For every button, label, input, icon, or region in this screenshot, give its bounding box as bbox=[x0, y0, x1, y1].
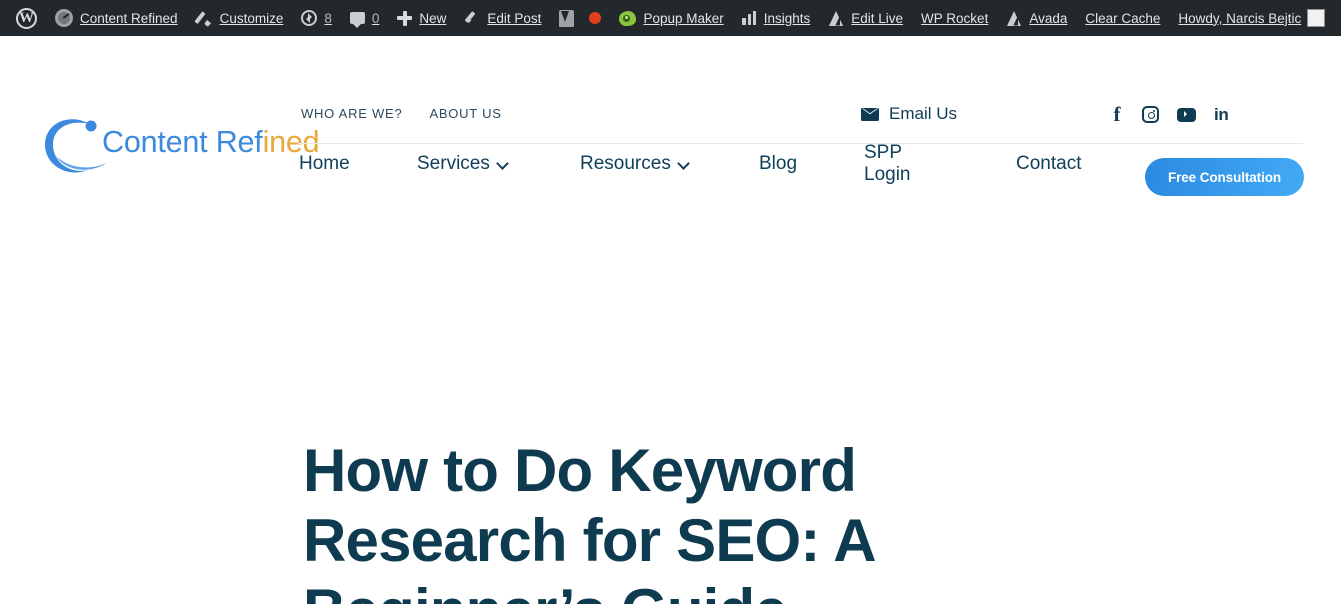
youtube-icon bbox=[1177, 107, 1196, 122]
pencil-icon bbox=[464, 10, 480, 26]
wordpress-admin-bar: Content Refined Customize 8 0 New Edit P… bbox=[0, 0, 1341, 36]
updates-count: 8 bbox=[324, 10, 332, 26]
instagram-link[interactable] bbox=[1142, 106, 1159, 123]
free-consultation-button[interactable]: Free Consultation bbox=[1145, 158, 1304, 196]
update-icon bbox=[301, 10, 318, 26]
linkedin-icon: in bbox=[1214, 105, 1229, 124]
dashboard-icon bbox=[55, 9, 73, 27]
email-us-label: Email Us bbox=[889, 104, 958, 123]
brush-icon bbox=[196, 10, 213, 27]
admin-bar-my-account[interactable]: Howdy, Narcis Bejtic bbox=[1169, 0, 1334, 36]
new-label: New bbox=[419, 10, 447, 26]
admin-bar-updates[interactable]: 8 bbox=[292, 0, 341, 36]
customize-label: Customize bbox=[219, 10, 284, 26]
instagram-icon bbox=[1142, 106, 1159, 123]
header-divider bbox=[298, 143, 1303, 144]
nav-item-contact[interactable]: Contact bbox=[1016, 153, 1081, 175]
avada-label: Avada bbox=[1029, 10, 1068, 26]
comment-icon bbox=[349, 12, 365, 28]
wp-rocket-label: WP Rocket bbox=[921, 10, 989, 26]
logo-text-blue: Content Ref bbox=[102, 125, 263, 159]
clear-cache-label: Clear Cache bbox=[1085, 10, 1161, 26]
youtube-link[interactable] bbox=[1177, 107, 1196, 122]
admin-bar-right-group: Clear Cache Howdy, Narcis Bejtic bbox=[1076, 0, 1341, 36]
admin-bar-wp-rocket[interactable]: WP Rocket bbox=[912, 0, 997, 36]
site-name-label: Content Refined bbox=[80, 10, 178, 26]
nav-label: SPP Login bbox=[864, 142, 911, 185]
admin-bar-left-group: Content Refined Customize 8 0 New Edit P… bbox=[0, 0, 1076, 36]
page-title: How to Do Keyword Research for SEO: A Be… bbox=[303, 437, 874, 604]
chevron-down-icon bbox=[679, 158, 690, 169]
admin-bar-customize[interactable]: Customize bbox=[187, 0, 293, 36]
admin-bar-insights[interactable]: Insights bbox=[733, 0, 820, 36]
insights-bars-icon bbox=[742, 11, 757, 25]
admin-bar-popup-maker[interactable]: Popup Maker bbox=[610, 0, 732, 36]
nav-item-blog[interactable]: Blog bbox=[759, 153, 797, 175]
chevron-down-icon bbox=[498, 158, 509, 169]
plus-icon bbox=[397, 10, 413, 26]
c-swoosh-icon bbox=[44, 119, 108, 173]
red-dot-icon bbox=[589, 12, 602, 24]
admin-bar-site-name[interactable]: Content Refined bbox=[46, 0, 187, 36]
nav-label: Services bbox=[417, 153, 490, 174]
top-link-about-us[interactable]: ABOUT US bbox=[429, 106, 501, 121]
social-links: f in bbox=[1110, 104, 1229, 125]
admin-bar-edit-post[interactable]: Edit Post bbox=[455, 0, 550, 36]
admin-bar-wordpress-logo[interactable] bbox=[0, 0, 46, 36]
logo-wordmark: Content Refined bbox=[102, 125, 320, 159]
nav-label: Contact bbox=[1016, 153, 1082, 174]
avada-icon bbox=[1006, 10, 1022, 26]
wordpress-logo-icon bbox=[16, 7, 37, 29]
nav-label: Home bbox=[299, 153, 350, 174]
secondary-nav: WHO ARE WE? ABOUT US bbox=[301, 106, 502, 121]
edit-post-label: Edit Post bbox=[487, 10, 542, 26]
site-header: Content Refined WHO ARE WE? ABOUT US Ema… bbox=[0, 36, 1341, 196]
admin-bar-comments[interactable]: 0 bbox=[341, 0, 389, 36]
top-link-who-are-we[interactable]: WHO ARE WE? bbox=[301, 106, 402, 121]
yoast-seo-icon bbox=[559, 9, 575, 27]
insights-label: Insights bbox=[763, 10, 811, 26]
admin-bar-search[interactable] bbox=[1334, 0, 1341, 36]
nav-item-services[interactable]: Services bbox=[417, 153, 509, 175]
avatar bbox=[1307, 9, 1326, 27]
admin-bar-yoast-seo[interactable] bbox=[550, 0, 610, 36]
admin-bar-avada[interactable]: Avada bbox=[997, 0, 1076, 36]
nav-label: Resources bbox=[580, 153, 671, 174]
popup-maker-icon bbox=[619, 10, 637, 26]
envelope-icon bbox=[861, 107, 879, 121]
comments-count: 0 bbox=[371, 10, 380, 26]
edit-live-label: Edit Live bbox=[851, 10, 904, 26]
admin-bar-clear-cache[interactable]: Clear Cache bbox=[1076, 0, 1169, 36]
facebook-icon: f bbox=[1113, 102, 1121, 126]
email-us-link[interactable]: Email Us bbox=[861, 104, 957, 124]
avada-icon bbox=[828, 10, 844, 26]
admin-bar-edit-live[interactable]: Edit Live bbox=[819, 0, 912, 36]
nav-item-spp-login[interactable]: SPP Login bbox=[864, 142, 911, 186]
popup-maker-label: Popup Maker bbox=[643, 10, 724, 26]
nav-item-home[interactable]: Home bbox=[299, 153, 350, 175]
nav-item-resources[interactable]: Resources bbox=[580, 153, 690, 175]
nav-label: Blog bbox=[759, 153, 798, 174]
admin-bar-new[interactable]: New bbox=[388, 0, 455, 36]
facebook-link[interactable]: f bbox=[1110, 104, 1124, 125]
site-logo[interactable]: Content Refined bbox=[42, 114, 320, 180]
linkedin-link[interactable]: in bbox=[1214, 106, 1229, 123]
howdy-label: Howdy, Narcis Bejtic bbox=[1178, 10, 1302, 26]
